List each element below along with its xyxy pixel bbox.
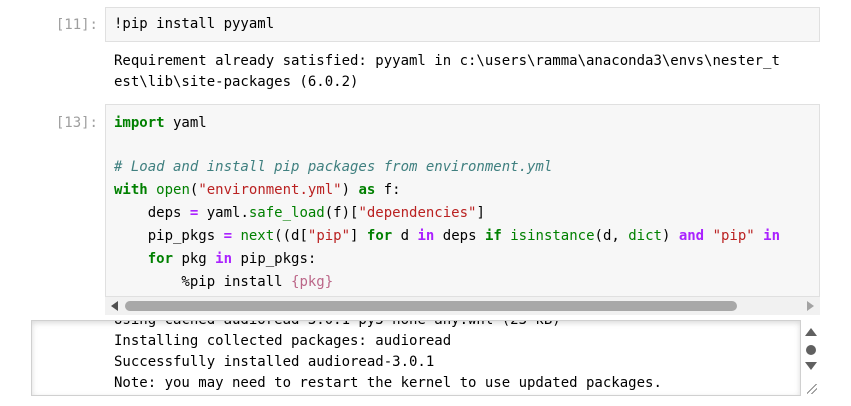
horizontal-scrollbar[interactable] bbox=[105, 297, 820, 315]
code-line: !pip install pyyaml bbox=[114, 16, 275, 32]
scrollbar-thumb[interactable] bbox=[125, 301, 737, 311]
code-line-with: with open("environment.yml") as f: bbox=[114, 182, 401, 198]
output-area-cell-13[interactable]: Using cached audioread-3.0.1-py3-none-an… bbox=[31, 320, 801, 396]
scroll-down-icon[interactable] bbox=[805, 362, 817, 370]
scroll-right-icon[interactable] bbox=[807, 301, 814, 311]
output-line: est\lib\site-packages (6.0.2) bbox=[114, 74, 359, 90]
code-line-import: import yaml bbox=[114, 115, 207, 131]
code-line-deps: deps = yaml.safe_load(f)["dependencies"] bbox=[114, 205, 485, 221]
output-line-partial: Using cached audioread-3.0.1-py3-none-an… bbox=[114, 320, 561, 328]
cell-prompt-11: [11]: bbox=[55, 17, 98, 33]
output-line: Successfully installed audioread-3.0.1 bbox=[114, 354, 435, 370]
code-input-cell-13[interactable]: import yaml # Load and install pip packa… bbox=[105, 104, 820, 297]
cell-prompt-13: [13]: bbox=[55, 115, 98, 131]
code-input-cell-11[interactable]: !pip install pyyaml bbox=[105, 7, 820, 42]
output-line: Installing collected packages: audioread bbox=[114, 333, 452, 349]
output-line: Note: you may need to restart the kernel… bbox=[114, 375, 662, 391]
code-line-magic: %pip install {pkg} bbox=[114, 274, 334, 290]
output-line: Requirement already satisfied: pyyaml in… bbox=[114, 53, 780, 69]
code-line-pip-pkgs: pip_pkgs = next((d["pip"] for d in deps … bbox=[114, 228, 781, 244]
scroll-up-icon[interactable] bbox=[805, 328, 817, 336]
scroll-left-icon[interactable] bbox=[111, 301, 118, 311]
code-line-for: for pkg in pip_pkgs: bbox=[147, 251, 317, 267]
code-comment: # Load and install pip packages from env… bbox=[114, 159, 553, 175]
scrollbar-thumb[interactable] bbox=[806, 345, 816, 355]
resize-handle-icon[interactable] bbox=[807, 384, 817, 394]
